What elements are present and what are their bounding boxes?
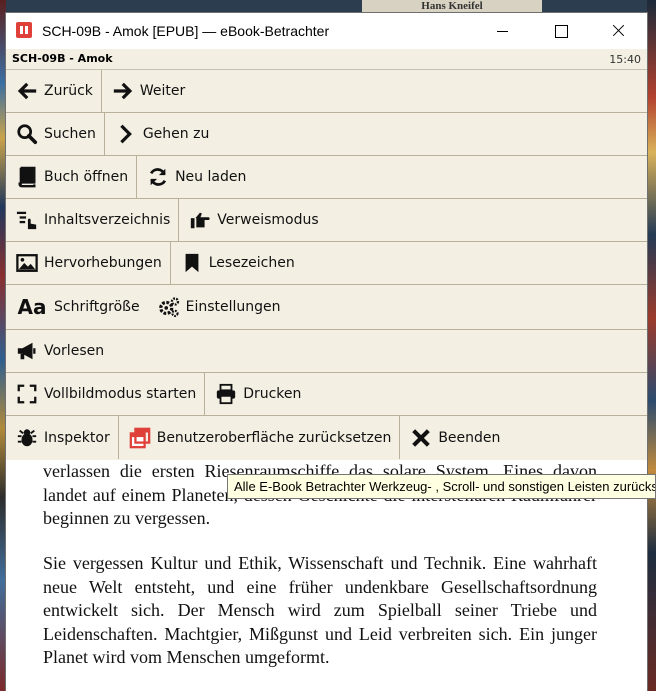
back-label: Zurück xyxy=(44,83,93,99)
close-button[interactable] xyxy=(589,13,647,49)
open-book-button[interactable]: Buch öffnen xyxy=(6,156,138,198)
search-label: Suchen xyxy=(44,126,96,142)
toc-button[interactable]: Inhaltsverzeichnis xyxy=(6,199,180,241)
font-size-label: Schriftgröße xyxy=(54,299,140,315)
bookmarks-label: Lesezeichen xyxy=(208,255,295,271)
background-book-cover: Hans Kneifel xyxy=(362,0,542,12)
gears-icon xyxy=(157,295,181,319)
bookmark-icon xyxy=(180,251,204,275)
reset-ui-button[interactable]: Benutzeroberfläche zurücksetzen xyxy=(119,416,401,459)
bookmarks-button[interactable]: Lesezeichen xyxy=(171,242,303,284)
quit-label: Beenden xyxy=(438,429,501,446)
book-paragraph: Sie vergessen Kultur und Ethik, Wissensc… xyxy=(43,553,597,667)
desktop-background-right xyxy=(647,0,656,691)
menu-row: Suchen Gehen zu xyxy=(6,113,647,156)
menu-row: Zurück Weiter xyxy=(6,70,647,113)
ebook-viewer-window: SCH-09B - Amok [EPUB] — eBook-Betrachter… xyxy=(5,12,648,691)
arrow-left-icon xyxy=(15,79,39,103)
book-title-label: SCH-09B - Amok xyxy=(12,52,113,65)
close-x-icon xyxy=(409,426,433,450)
goto-button[interactable]: Gehen zu xyxy=(105,113,218,155)
pointing-hand-icon xyxy=(188,208,212,232)
read-aloud-button[interactable]: Vorlesen xyxy=(6,330,112,372)
back-button[interactable]: Zurück xyxy=(6,70,102,112)
search-button[interactable]: Suchen xyxy=(6,113,105,155)
menu-row: Vollbildmodus starten Drucken xyxy=(6,373,647,416)
book-icon xyxy=(15,165,39,189)
settings-label: Einstellungen xyxy=(185,299,281,315)
book-header: SCH-09B - Amok 15:40 xyxy=(6,49,647,70)
menu-row: Inspektor Benutzeroberfläche zurücksetze… xyxy=(6,416,647,459)
highlights-label: Hervorhebungen xyxy=(44,255,162,271)
inspector-label: Inspektor xyxy=(44,429,110,446)
highlights-button[interactable]: Hervorhebungen xyxy=(6,242,171,284)
inspector-button[interactable]: Inspektor xyxy=(6,416,119,459)
window-title: SCH-09B - Amok [EPUB] — eBook-Betrachter xyxy=(42,23,330,39)
chevron-right-icon xyxy=(114,122,138,146)
fullscreen-icon xyxy=(15,382,39,406)
reference-mode-label: Verweismodus xyxy=(217,212,319,228)
font-size-icon: Aa xyxy=(17,295,47,319)
goto-label: Gehen zu xyxy=(142,126,210,142)
viewer-action-menu: Zurück Weiter Suchen Gehen zu Buch öffne… xyxy=(6,70,647,460)
menu-row: Vorlesen xyxy=(6,330,647,373)
reference-mode-button[interactable]: Verweismodus xyxy=(179,199,326,241)
reload-label: Neu laden xyxy=(175,169,247,185)
settings-button[interactable]: Einstellungen xyxy=(148,285,289,329)
reset-ui-label: Benutzeroberfläche zurücksetzen xyxy=(156,429,392,446)
bug-icon xyxy=(15,426,39,450)
app-icon xyxy=(16,22,32,38)
menu-row: Aa Schriftgröße Einstellungen xyxy=(6,285,647,330)
toc-icon xyxy=(15,208,39,232)
fullscreen-label: Vollbildmodus starten xyxy=(44,386,197,402)
image-icon xyxy=(15,251,39,275)
quit-button[interactable]: Beenden xyxy=(400,416,508,459)
reload-button[interactable]: Neu laden xyxy=(137,156,254,198)
title-bar[interactable]: SCH-09B - Amok [EPUB] — eBook-Betrachter xyxy=(6,13,647,49)
toc-label: Inhaltsverzeichnis xyxy=(44,212,171,228)
printer-icon xyxy=(214,382,238,406)
menu-row: Inhaltsverzeichnis Verweismodus xyxy=(6,199,647,242)
open-book-label: Buch öffnen xyxy=(44,169,129,185)
windows-reset-icon xyxy=(128,426,152,450)
menu-row: Buch öffnen Neu laden xyxy=(6,156,647,199)
read-aloud-label: Vorlesen xyxy=(44,343,105,359)
arrow-right-icon xyxy=(111,79,135,103)
megaphone-icon xyxy=(15,339,39,363)
print-button[interactable]: Drucken xyxy=(205,373,309,415)
forward-label: Weiter xyxy=(139,83,186,99)
refresh-icon xyxy=(146,165,170,189)
font-size-button[interactable]: Aa Schriftgröße xyxy=(6,285,148,329)
maximize-button[interactable] xyxy=(531,13,589,49)
menu-row: Hervorhebungen Lesezeichen xyxy=(6,242,647,285)
clock: 15:40 xyxy=(609,53,641,66)
print-label: Drucken xyxy=(243,386,302,402)
forward-button[interactable]: Weiter xyxy=(102,70,193,112)
search-icon xyxy=(15,122,39,146)
minimize-button[interactable] xyxy=(473,13,531,49)
tooltip: Alle E-Book Betrachter Werkzeug- , Scrol… xyxy=(227,474,656,499)
fullscreen-button[interactable]: Vollbildmodus starten xyxy=(6,373,206,415)
